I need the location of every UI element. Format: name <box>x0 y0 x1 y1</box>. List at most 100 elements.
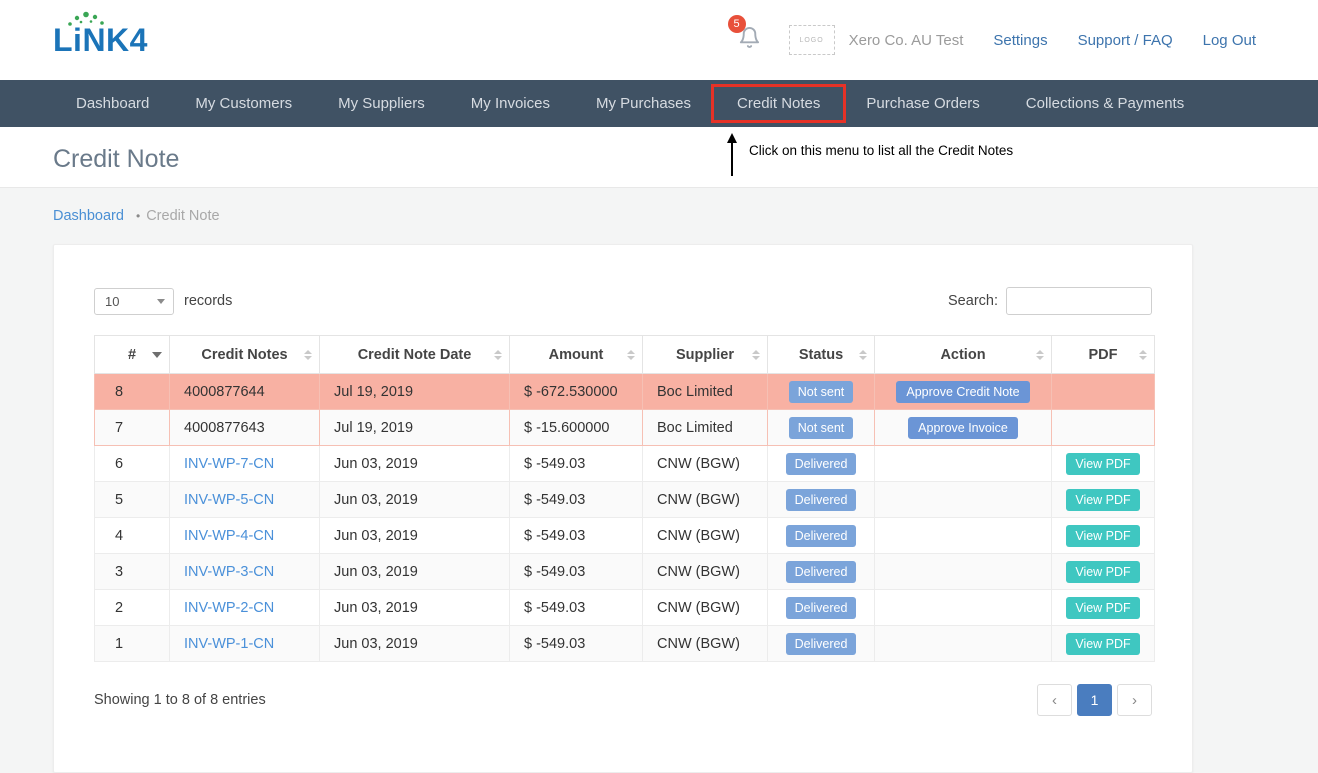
cell-action: Approve Invoice <box>874 409 1052 446</box>
nav-purchase-orders[interactable]: Purchase Orders <box>843 80 1002 127</box>
breadcrumb-current: Credit Note <box>146 208 220 224</box>
col-header-credit-notes[interactable]: Credit Notes <box>169 335 320 374</box>
credit-note-link[interactable]: INV-WP-4-CN <box>184 528 274 544</box>
annotation-arrow-icon <box>727 133 737 176</box>
cell-num: 8 <box>94 373 170 410</box>
cell-pdf: View PDF <box>1051 481 1155 518</box>
cell-date: Jun 03, 2019 <box>319 445 510 482</box>
status-badge: Delivered <box>785 560 857 583</box>
pagination-page-1-button[interactable]: 1 <box>1077 684 1112 716</box>
view-pdf-button[interactable]: View PDF <box>1066 452 1140 475</box>
status-badge: Not sent <box>788 380 854 403</box>
notification-bell[interactable]: 5 <box>727 15 761 54</box>
cell-pdf: View PDF <box>1051 517 1155 554</box>
cell-amount: $ -549.03 <box>509 517 643 554</box>
notification-badge: 5 <box>727 15 746 33</box>
col-header-pdf[interactable]: PDF <box>1051 335 1155 374</box>
table-row: 5 INV-WP-5-CN Jun 03, 2019 $ -549.03 CNW… <box>94 481 1155 518</box>
credit-note-link[interactable]: INV-WP-7-CN <box>184 456 274 472</box>
cell-amount: $ -549.03 <box>509 445 643 482</box>
col-header-amount[interactable]: Amount <box>509 335 643 374</box>
col-header-action[interactable]: Action <box>874 335 1052 374</box>
cell-date: Jul 19, 2019 <box>319 373 510 410</box>
cell-num: 7 <box>94 409 170 446</box>
cell-action <box>874 445 1052 482</box>
sort-icon <box>304 349 312 360</box>
cell-date: Jun 03, 2019 <box>319 481 510 518</box>
header-right: 5 LOGO Xero Co. AU Test Settings Support… <box>727 15 1256 55</box>
cell-pdf: View PDF <box>1051 553 1155 590</box>
cell-supplier: CNW (BGW) <box>642 517 768 554</box>
cell-pdf: View PDF <box>1051 445 1155 482</box>
cell-action <box>874 589 1052 626</box>
cell-action <box>874 625 1052 662</box>
cell-pdf <box>1051 373 1155 410</box>
annotation: Click on this menu to list all the Credi… <box>727 133 1013 176</box>
search-wrap: Search: <box>948 287 1152 315</box>
credit-note-link[interactable]: INV-WP-1-CN <box>184 636 274 652</box>
nav-collections-payments[interactable]: Collections & Payments <box>1003 80 1207 127</box>
breadcrumb-dashboard-link[interactable]: Dashboard <box>53 208 124 224</box>
nav-credit-notes[interactable]: Credit Notes <box>711 80 847 127</box>
cell-amount: $ -549.03 <box>509 481 643 518</box>
settings-link[interactable]: Settings <box>993 32 1047 49</box>
view-pdf-button[interactable]: View PDF <box>1066 524 1140 547</box>
col-header-date[interactable]: Credit Note Date <box>319 335 510 374</box>
showing-entries-text: Showing 1 to 8 of 8 entries <box>94 692 266 708</box>
cell-status: Delivered <box>767 553 875 590</box>
cell-num: 6 <box>94 445 170 482</box>
link4-logo[interactable]: LiNK4 <box>53 11 148 59</box>
cell-status: Delivered <box>767 589 875 626</box>
annotation-text: Click on this menu to list all the Credi… <box>749 143 1014 158</box>
main-nav: Dashboard My Customers My Suppliers My I… <box>0 80 1318 127</box>
credit-note-link[interactable]: INV-WP-5-CN <box>184 492 274 508</box>
nav-my-suppliers[interactable]: My Suppliers <box>315 80 448 127</box>
status-badge: Delivered <box>785 488 857 511</box>
view-pdf-button[interactable]: View PDF <box>1066 596 1140 619</box>
cell-supplier: CNW (BGW) <box>642 445 768 482</box>
nav-dashboard[interactable]: Dashboard <box>53 80 172 127</box>
view-pdf-button[interactable]: View PDF <box>1066 560 1140 583</box>
cell-pdf: View PDF <box>1051 625 1155 662</box>
nav-my-purchases[interactable]: My Purchases <box>573 80 714 127</box>
search-input[interactable] <box>1006 287 1152 315</box>
support-faq-link[interactable]: Support / FAQ <box>1078 32 1173 49</box>
cell-date: Jun 03, 2019 <box>319 589 510 626</box>
pagination-prev-button[interactable]: ‹ <box>1037 684 1072 716</box>
cell-amount: $ -549.03 <box>509 553 643 590</box>
cell-status: Delivered <box>767 481 875 518</box>
col-header-supplier[interactable]: Supplier <box>642 335 768 374</box>
nav-my-customers[interactable]: My Customers <box>172 80 315 127</box>
cell-credit-note: INV-WP-3-CN <box>169 553 320 590</box>
logo-spark-icon <box>68 11 104 26</box>
breadcrumb-separator: • <box>135 209 141 223</box>
records-per-page-select[interactable]: 10 <box>94 287 174 315</box>
view-pdf-button[interactable]: View PDF <box>1066 632 1140 655</box>
logo-text: LiNK4 <box>53 21 148 58</box>
cell-num: 5 <box>94 481 170 518</box>
cell-amount: $ -15.600000 <box>509 409 643 446</box>
col-header-num[interactable]: # <box>94 335 170 374</box>
cell-date: Jun 03, 2019 <box>319 517 510 554</box>
nav-my-invoices[interactable]: My Invoices <box>448 80 573 127</box>
cell-action: Approve Credit Note <box>874 373 1052 410</box>
credit-note-link[interactable]: INV-WP-3-CN <box>184 564 274 580</box>
cell-action <box>874 553 1052 590</box>
status-badge: Delivered <box>785 596 857 619</box>
table-row: 3 INV-WP-3-CN Jun 03, 2019 $ -549.03 CNW… <box>94 553 1155 590</box>
pagination-next-button[interactable]: › <box>1117 684 1152 716</box>
cell-credit-note: INV-WP-5-CN <box>169 481 320 518</box>
approve-invoice-button[interactable]: Approve Invoice <box>908 416 1018 439</box>
approve-credit-note-button[interactable]: Approve Credit Note <box>896 380 1030 403</box>
sort-icon <box>494 349 502 360</box>
cell-date: Jun 03, 2019 <box>319 553 510 590</box>
col-header-status[interactable]: Status <box>767 335 875 374</box>
credit-note-link[interactable]: INV-WP-2-CN <box>184 600 274 616</box>
logout-link[interactable]: Log Out <box>1203 32 1256 49</box>
top-header: LiNK4 5 LOGO Xero Co. AU Test Settings S… <box>0 0 1318 80</box>
cell-status: Not sent <box>767 409 875 446</box>
cell-num: 2 <box>94 589 170 626</box>
sort-icon <box>752 349 760 360</box>
view-pdf-button[interactable]: View PDF <box>1066 488 1140 511</box>
table-row: 6 INV-WP-7-CN Jun 03, 2019 $ -549.03 CNW… <box>94 445 1155 482</box>
